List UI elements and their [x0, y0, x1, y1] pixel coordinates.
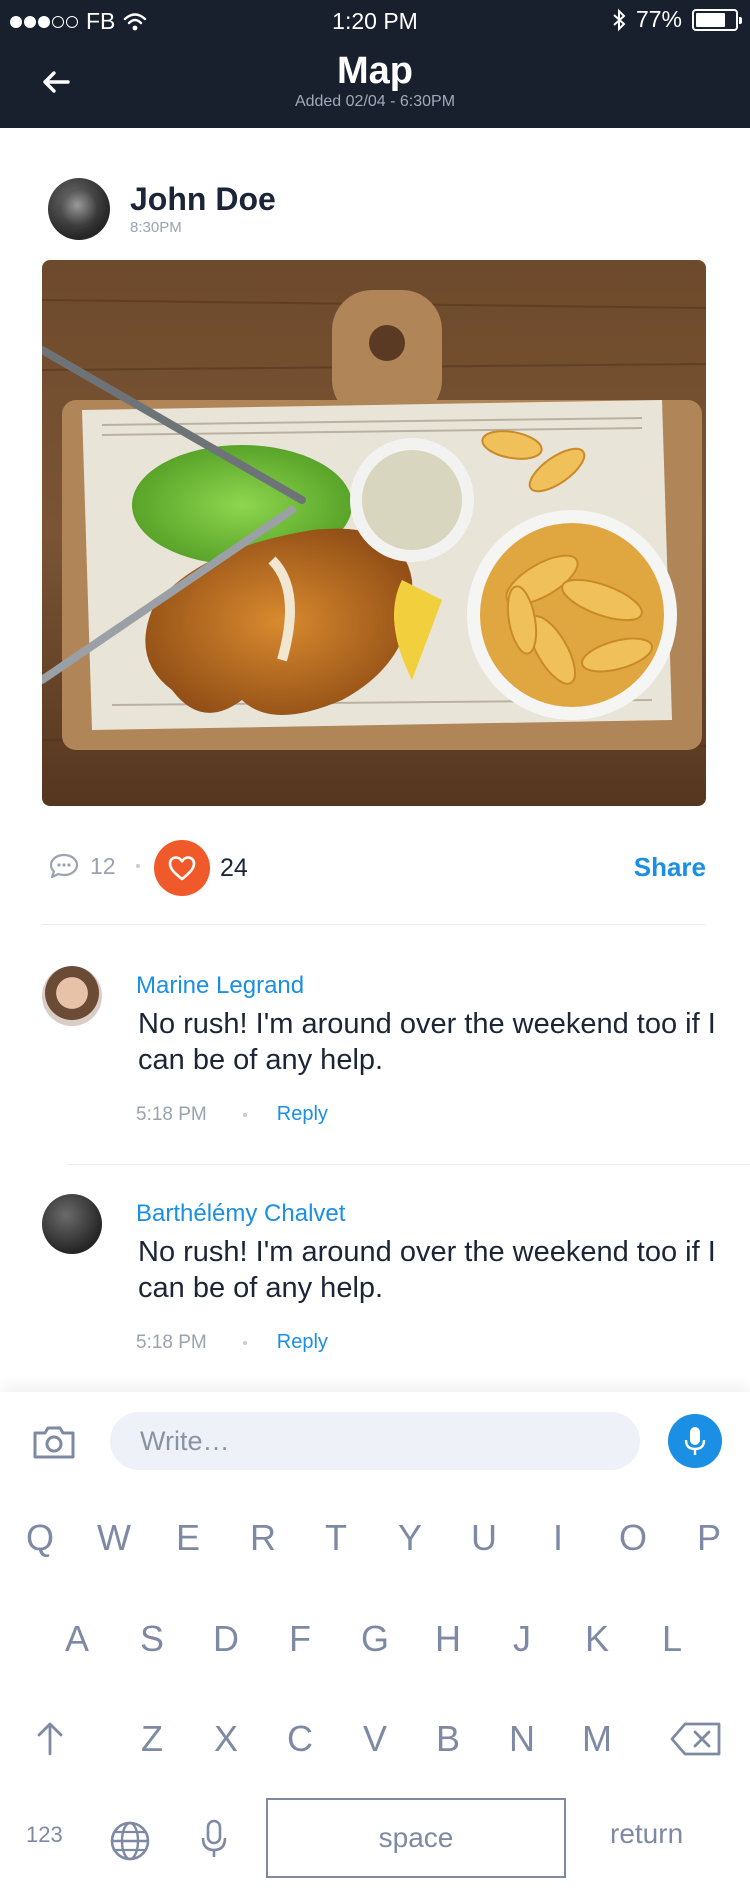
key-h[interactable]: H — [423, 1614, 473, 1664]
action-separator — [136, 864, 140, 868]
app-header: FB 1:20 PM 77% Map Added 02/04 - 6:30PM — [0, 0, 750, 128]
share-button[interactable]: Share — [634, 852, 706, 883]
keyboard-row-1: Q W E R T Y U I O P — [0, 1513, 750, 1563]
dictation-key[interactable] — [196, 1814, 232, 1864]
backspace-key[interactable] — [668, 1714, 724, 1764]
keyboard-row-3: Z X C V B N M — [0, 1714, 750, 1764]
avatar[interactable] — [42, 966, 102, 1026]
status-bar: FB 1:20 PM 77% — [0, 0, 750, 40]
avatar[interactable] — [42, 1194, 102, 1254]
camera-icon[interactable] — [32, 1424, 76, 1460]
key-u[interactable]: U — [459, 1513, 509, 1563]
meta-separator — [242, 1340, 247, 1345]
comment-meta: 5:18 PM Reply — [136, 1103, 328, 1126]
battery-percent: 77% — [635, 6, 682, 32]
status-right: 77% — [612, 6, 742, 33]
keyboard-row-2: A S D F G H J K L — [0, 1614, 750, 1664]
key-b[interactable]: B — [423, 1714, 473, 1764]
microphone-icon — [201, 1819, 227, 1857]
heart-icon — [168, 856, 196, 881]
key-y[interactable]: Y — [385, 1513, 435, 1563]
comment-text: No rush! I'm around over the weekend too… — [138, 1236, 716, 1304]
space-key[interactable]: space — [266, 1798, 566, 1878]
comment-input[interactable]: Write… — [110, 1412, 640, 1470]
comment-time: 5:18 PM — [136, 1331, 207, 1353]
key-f[interactable]: F — [275, 1614, 325, 1664]
post-photo[interactable] — [42, 260, 706, 806]
comment-text: No rush! I'm around over the weekend too… — [138, 1008, 716, 1076]
author-name[interactable]: John Doe — [130, 183, 276, 215]
page-title: Map — [337, 50, 413, 92]
backspace-icon — [670, 1722, 721, 1756]
key-t[interactable]: T — [311, 1513, 361, 1563]
comment-meta: 5:18 PM Reply — [136, 1331, 328, 1354]
comment-time: 5:18 PM — [136, 1103, 207, 1125]
author-time: 8:30PM — [130, 218, 182, 236]
key-k[interactable]: K — [572, 1614, 622, 1664]
shift-key[interactable] — [30, 1714, 70, 1764]
battery-icon — [692, 8, 742, 31]
comment-author[interactable]: Marine Legrand — [136, 972, 304, 1000]
key-r[interactable]: R — [238, 1513, 288, 1563]
key-i[interactable]: I — [533, 1513, 583, 1563]
divider — [68, 1164, 750, 1165]
like-count: 24 — [220, 854, 248, 882]
key-e[interactable]: E — [163, 1513, 213, 1563]
return-key[interactable]: return — [610, 1818, 683, 1850]
key-j[interactable]: J — [497, 1614, 547, 1664]
comment-author[interactable]: Barthélémy Chalvet — [136, 1200, 345, 1228]
key-n[interactable]: N — [497, 1714, 547, 1764]
numbers-key[interactable]: 123 — [26, 1822, 63, 1848]
comment-bubble-icon — [49, 853, 79, 879]
key-g[interactable]: G — [350, 1614, 400, 1664]
reply-button[interactable]: Reply — [277, 1331, 328, 1354]
food-photo-illustration — [42, 260, 706, 806]
like-button[interactable] — [154, 840, 210, 896]
key-v[interactable]: V — [350, 1714, 400, 1764]
key-m[interactable]: M — [572, 1714, 622, 1764]
key-p[interactable]: P — [684, 1513, 734, 1563]
divider — [42, 924, 706, 925]
post-actions: 12 24 Share — [48, 840, 708, 896]
author-info: John Doe 8:30PM — [130, 183, 276, 236]
key-x[interactable]: X — [201, 1714, 251, 1764]
key-l[interactable]: L — [647, 1614, 697, 1664]
key-o[interactable]: O — [608, 1513, 658, 1563]
comment-count-button[interactable]: 12 — [48, 852, 116, 880]
bluetooth-icon — [613, 8, 626, 31]
comment-count: 12 — [90, 852, 116, 879]
key-q[interactable]: Q — [15, 1513, 65, 1563]
meta-separator — [242, 1112, 247, 1117]
key-c[interactable]: C — [275, 1714, 325, 1764]
key-s[interactable]: S — [127, 1614, 177, 1664]
globe-icon — [110, 1821, 150, 1861]
page-subtitle: Added 02/04 - 6:30PM — [294, 93, 456, 110]
microphone-icon — [684, 1427, 706, 1455]
post-author: John Doe 8:30PM — [48, 178, 276, 240]
key-d[interactable]: D — [201, 1614, 251, 1664]
key-z[interactable]: Z — [127, 1714, 177, 1764]
shift-arrow-icon — [37, 1722, 63, 1756]
avatar[interactable] — [48, 178, 110, 240]
reply-button[interactable]: Reply — [277, 1103, 328, 1126]
key-a[interactable]: A — [52, 1614, 102, 1664]
globe-key[interactable] — [108, 1816, 152, 1866]
key-w[interactable]: W — [89, 1513, 139, 1563]
voice-input-button[interactable] — [668, 1414, 722, 1468]
